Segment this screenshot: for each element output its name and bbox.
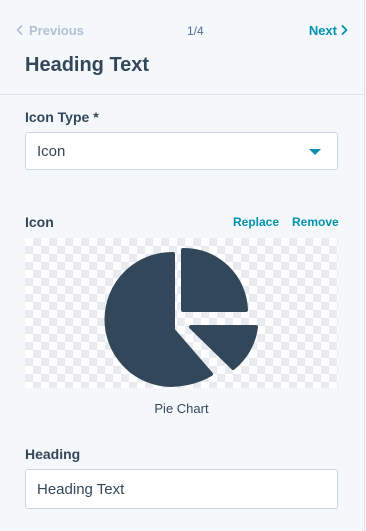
icon-type-select[interactable]: Icon: [25, 132, 338, 170]
pie-chart-icon: [104, 247, 258, 387]
icon-module-panel: Previous 1/4 Next Heading Text Icon Type…: [0, 0, 365, 531]
previous-label: Previous: [29, 23, 84, 38]
icon-type-value: Icon: [37, 143, 66, 160]
icon-label: Icon: [25, 214, 54, 230]
page-indicator: 1/4: [187, 24, 204, 38]
divider: [0, 94, 364, 95]
icon-name: Pie Chart: [154, 401, 209, 416]
replace-link[interactable]: Replace: [233, 215, 279, 229]
heading-label: Heading: [25, 446, 81, 462]
remove-link[interactable]: Remove: [292, 215, 339, 229]
icon-type-label: Icon Type *: [25, 109, 99, 125]
chevron-right-icon: [341, 23, 348, 38]
caret-down-icon: [309, 149, 321, 155]
page-title: Heading Text: [25, 54, 150, 76]
icon-preview: [25, 238, 338, 388]
next-button[interactable]: Next: [309, 23, 348, 38]
chevron-left-icon: [16, 23, 23, 38]
heading-input[interactable]: [25, 469, 338, 509]
pager: Previous 1/4 Next: [0, 0, 364, 62]
previous-button[interactable]: Previous: [16, 23, 84, 38]
next-label: Next: [308, 23, 337, 38]
